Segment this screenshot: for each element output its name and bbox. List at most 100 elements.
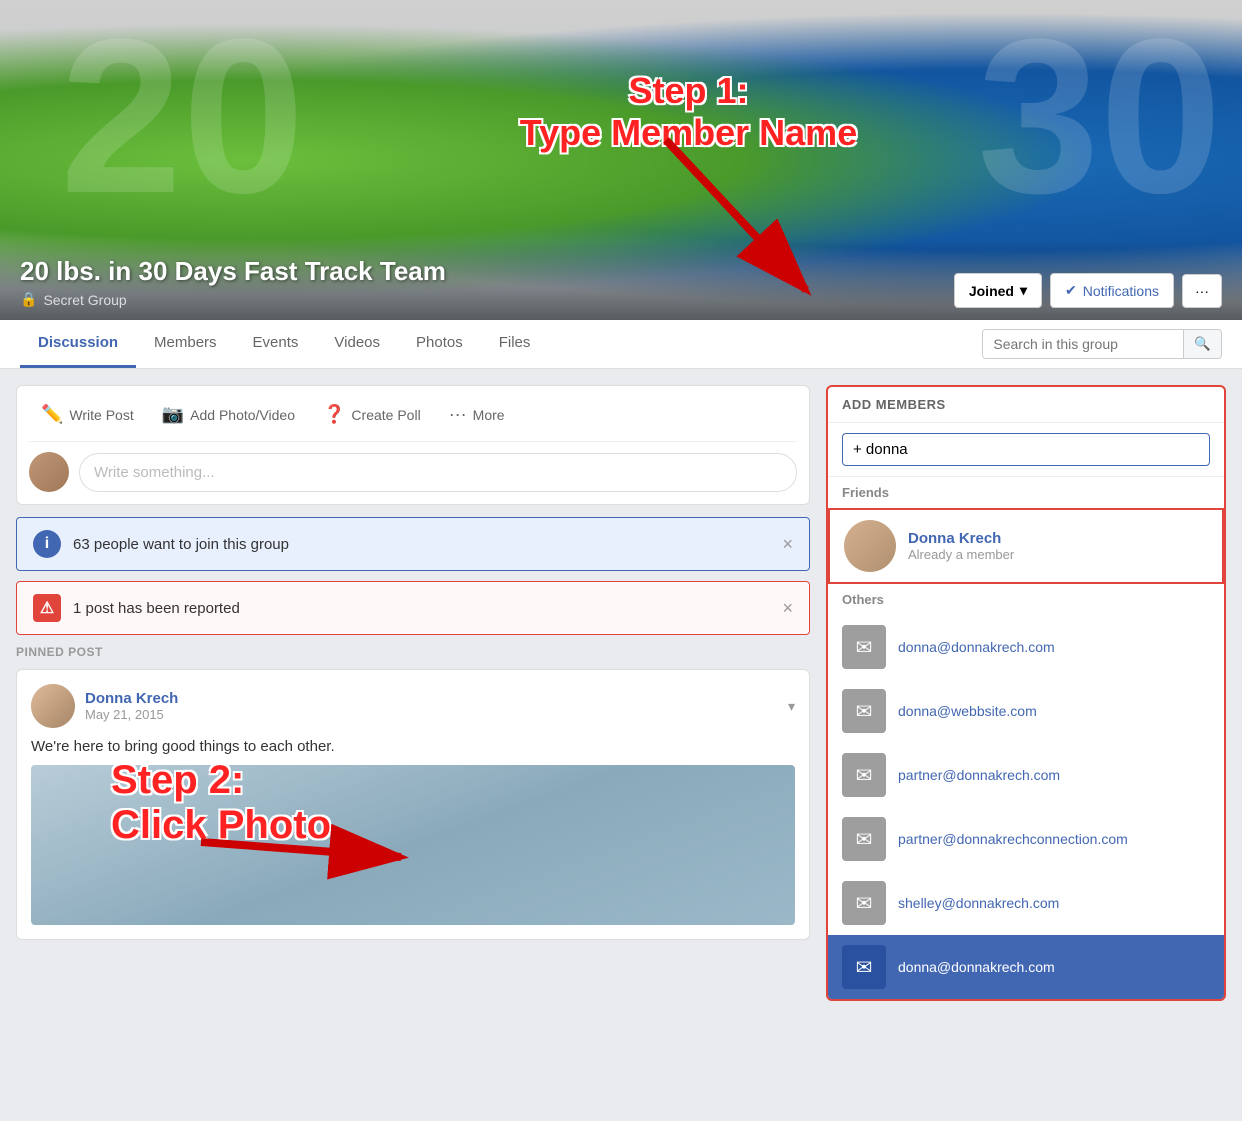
warning-icon: ⚠ (33, 594, 61, 622)
write-post-row: Write something... (29, 452, 797, 492)
step2-line2: Click Photo (111, 803, 331, 848)
email-avatar-0: ✉ (842, 625, 886, 669)
others-section-label: Others (828, 584, 1224, 615)
join-alert: i 63 people want to join this group × (16, 517, 810, 571)
cover-area: 20 30 Step 1: Type Member Name 20 lbs. i… (0, 0, 1242, 320)
email-item-1[interactable]: ✉ donna@webbsite.com (828, 679, 1224, 743)
notifications-label: Notifications (1083, 283, 1159, 299)
report-alert-close[interactable]: × (782, 598, 793, 619)
group-info-left: 20 lbs. in 30 Days Fast Track Team 🔒 Sec… (20, 256, 446, 308)
checkmark-icon: ✔ (1065, 282, 1077, 299)
add-members-box: ADD MEMBERS Friends Donna Krech Already … (826, 385, 1226, 1001)
email-address-2: partner@donnakrech.com (898, 767, 1060, 783)
group-type-label: Secret Group (43, 292, 126, 308)
pinned-label: PINNED POST (16, 645, 810, 659)
more-label: More (473, 407, 505, 423)
email-avatar-4: ✉ (842, 881, 886, 925)
mail-icon-2: ✉ (856, 763, 873, 788)
email-item-4[interactable]: ✉ shelley@donnakrech.com (828, 871, 1224, 935)
tab-files[interactable]: Files (481, 320, 549, 368)
mail-icon-5: ✉ (856, 955, 873, 980)
post-actions-bar: ✏️ Write Post 📷 Add Photo/Video ❓ Create… (29, 398, 797, 442)
friend-info: Donna Krech Already a member (908, 530, 1208, 562)
step2-overlay: Step 2: Click Photo We're here to bring … (31, 738, 795, 925)
tab-discussion[interactable]: Discussion (20, 320, 136, 368)
email-item-3[interactable]: ✉ partner@donnakrechconnection.com (828, 807, 1224, 871)
add-photo-label: Add Photo/Video (190, 407, 295, 423)
write-post-label: Write Post (69, 407, 133, 423)
more-icon: ··· (449, 404, 467, 425)
post-author-avatar (31, 684, 75, 728)
search-group-button[interactable]: 🔍 (1183, 330, 1221, 358)
email-item-5[interactable]: ✉ donna@donnakrech.com (828, 935, 1224, 999)
ellipsis-icon: ··· (1195, 283, 1209, 299)
tab-videos[interactable]: Videos (316, 320, 398, 368)
pinned-post-card: Donna Krech May 21, 2015 ▾ Step 2: Click… (16, 669, 810, 940)
step1-line1: Step 1: (520, 70, 857, 112)
friend-item-donna[interactable]: Donna Krech Already a member (828, 508, 1224, 584)
friends-section: Friends Donna Krech Already a member (828, 477, 1224, 584)
report-alert: ⚠ 1 post has been reported × (16, 581, 810, 635)
friends-section-label: Friends (828, 477, 1224, 508)
group-name: 20 lbs. in 30 Days Fast Track Team (20, 256, 446, 287)
email-item-2[interactable]: ✉ partner@donnakrech.com (828, 743, 1224, 807)
info-icon: i (33, 530, 61, 558)
email-avatar-2: ✉ (842, 753, 886, 797)
notifications-button[interactable]: ✔ Notifications (1050, 273, 1174, 308)
nav-tabs: Discussion Members Events Videos Photos … (20, 320, 548, 368)
mail-icon-3: ✉ (856, 827, 873, 852)
search-icon: 🔍 (1194, 336, 1211, 351)
group-type: 🔒 Secret Group (20, 291, 446, 308)
step2-label: Step 2: Click Photo (111, 758, 331, 848)
cover-number-30: 30 (977, 0, 1222, 243)
create-poll-label: Create Poll (351, 407, 420, 423)
joined-button[interactable]: Joined ▾ (954, 273, 1042, 308)
search-group-input[interactable] (983, 330, 1183, 358)
email-avatar-3: ✉ (842, 817, 886, 861)
post-header: Donna Krech May 21, 2015 ▾ (31, 684, 795, 728)
join-alert-close[interactable]: × (782, 534, 793, 555)
post-box: ✏️ Write Post 📷 Add Photo/Video ❓ Create… (16, 385, 810, 505)
joined-label: Joined (969, 283, 1014, 299)
tab-members[interactable]: Members (136, 320, 235, 368)
tab-events[interactable]: Events (235, 320, 317, 368)
post-text: We're here to bring good things to each … (31, 738, 795, 755)
add-photo-button[interactable]: 📷 Add Photo/Video (150, 398, 307, 431)
left-column: ✏️ Write Post 📷 Add Photo/Video ❓ Create… (16, 385, 810, 940)
pencil-icon: ✏️ (41, 404, 63, 425)
more-dots-button[interactable]: ··· (1182, 274, 1222, 308)
mail-icon-1: ✉ (856, 699, 873, 724)
mail-icon-4: ✉ (856, 891, 873, 916)
add-members-input[interactable] (842, 433, 1210, 466)
post-dropdown-button[interactable]: ▾ (788, 698, 795, 715)
post-avatar-image (31, 684, 75, 728)
post-meta: Donna Krech May 21, 2015 (85, 690, 178, 722)
email-avatar-5: ✉ (842, 945, 886, 989)
camera-icon: 📷 (162, 404, 184, 425)
email-address-4: shelley@donnakrech.com (898, 895, 1059, 911)
write-placeholder[interactable]: Write something... (79, 453, 797, 492)
cover-number-20: 20 (60, 0, 305, 243)
right-column: ADD MEMBERS Friends Donna Krech Already … (826, 385, 1226, 1013)
lock-icon: 🔒 (20, 291, 37, 308)
tab-photos[interactable]: Photos (398, 320, 481, 368)
current-user-avatar (29, 452, 69, 492)
email-address-0: donna@donnakrech.com (898, 639, 1055, 655)
group-info-bar: 20 lbs. in 30 Days Fast Track Team 🔒 Sec… (0, 240, 1242, 320)
friend-avatar (844, 520, 896, 572)
more-button[interactable]: ··· More (437, 398, 517, 431)
email-avatar-1: ✉ (842, 689, 886, 733)
email-address-5: donna@donnakrech.com (898, 959, 1055, 975)
email-address-1: donna@webbsite.com (898, 703, 1037, 719)
poll-icon: ❓ (323, 404, 345, 425)
mail-icon-0: ✉ (856, 635, 873, 660)
write-post-button[interactable]: ✏️ Write Post (29, 398, 146, 431)
step1-line2: Type Member Name (520, 112, 857, 154)
add-members-header: ADD MEMBERS (828, 387, 1224, 423)
nav-bar: Discussion Members Events Videos Photos … (0, 320, 1242, 369)
post-author-name[interactable]: Donna Krech (85, 690, 178, 707)
create-poll-button[interactable]: ❓ Create Poll (311, 398, 433, 431)
group-actions: Joined ▾ ✔ Notifications ··· (954, 273, 1222, 308)
step1-label: Step 1: Type Member Name (520, 70, 857, 154)
email-item-0[interactable]: ✉ donna@donnakrech.com (828, 615, 1224, 679)
